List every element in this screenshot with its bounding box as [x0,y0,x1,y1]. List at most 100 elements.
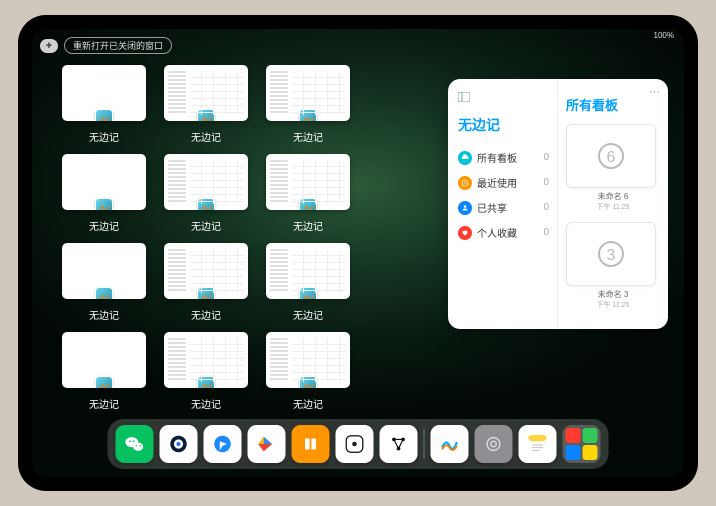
window-label: 无边记 [293,396,323,411]
dock-app-wechat[interactable] [116,425,154,463]
window-thumbnail [62,65,146,121]
nav-item-recent[interactable]: 最近使用 0 [458,170,549,195]
freeform-preview-panel: 无边记 所有看板 0 最近使用 0 已共享 0 个人收藏 0 ⋯ 所有看板 6 未命名 6下午 … [448,79,668,329]
freeform-app-icon [95,376,113,388]
dock [108,419,609,469]
freeform-app-icon [299,198,317,210]
freeform-app-icon [299,109,317,121]
new-window-button[interactable]: + [40,39,58,53]
nav-item-cloud[interactable]: 所有看板 0 [458,145,549,170]
app-window[interactable]: 无边记 [164,243,248,322]
svg-text:6: 6 [607,149,616,166]
dock-app-nodes[interactable] [380,425,418,463]
nav-item-shared[interactable]: 已共享 0 [458,195,549,220]
more-options-icon[interactable]: ⋯ [649,85,660,98]
dock-app-browser[interactable] [204,425,242,463]
nav-item-heart[interactable]: 个人收藏 0 [458,220,549,245]
window-label: 无边记 [293,129,323,144]
board-meta: 未命名 6下午 11:25 [566,191,660,212]
nav-count: 0 [543,227,549,238]
window-thumbnail [62,243,146,299]
dock-app-books[interactable] [292,425,330,463]
window-thumbnail [266,154,350,210]
app-window[interactable]: 无边记 [164,65,248,144]
shared-icon [458,201,472,215]
freeform-app-icon [197,198,215,210]
freeform-app-icon [299,376,317,388]
app-window[interactable]: 无边记 [266,243,350,322]
window-label: 无边记 [89,218,119,233]
window-label: 无边记 [191,396,221,411]
board-thumbnail: 3 [566,222,656,286]
window-label: 无边记 [293,218,323,233]
dock-separator [424,429,425,459]
battery-text: 100% [654,31,674,40]
nav-label: 所有看板 [477,150,517,165]
window-thumbnail [164,65,248,121]
app-window[interactable]: 无边记 [266,65,350,144]
svg-text:3: 3 [607,247,616,264]
dock-app-settings[interactable] [475,425,513,463]
window-label: 无边记 [293,307,323,322]
window-thumbnail [266,332,350,388]
window-label: 无边记 [89,307,119,322]
window-thumbnail [62,154,146,210]
panel-content: ⋯ 所有看板 6 未命名 6下午 11:25 3 未命名 3下午 11:25 [558,79,668,329]
freeform-app-icon [197,287,215,299]
app-switcher-grid: 无边记无边记无边记无边记无边记无边记无边记无边记无边记无边记无边记无边记 [62,65,442,421]
board-item[interactable]: 3 未命名 3下午 11:25 [566,222,660,310]
screen: 100% + 重新打开已关闭的窗口 无边记无边记无边记无边记无边记无边记无边记无… [32,29,684,477]
nav-count: 0 [543,177,549,188]
freeform-app-icon [95,287,113,299]
reopen-closed-window-button[interactable]: 重新打开已关闭的窗口 [64,37,172,54]
nav-label: 个人收藏 [477,225,517,240]
app-window[interactable]: 无边记 [266,332,350,411]
dock-app-freeform[interactable] [431,425,469,463]
nav-count: 0 [543,152,549,163]
freeform-app-icon [197,376,215,388]
dock-app-play-video[interactable] [248,425,286,463]
app-window[interactable]: 无边记 [62,332,146,411]
app-window[interactable]: 无边记 [62,154,146,233]
nav-label: 最近使用 [477,175,517,190]
app-window[interactable]: 无边记 [62,65,146,144]
panel-top-icons [458,89,549,107]
cloud-icon [458,151,472,165]
sidebar-toggle-icon[interactable] [458,89,470,107]
window-label: 无边记 [191,129,221,144]
freeform-app-icon [197,109,215,121]
status-bar: 100% [654,31,674,40]
window-thumbnail [164,332,248,388]
panel-section-title: 所有看板 [566,95,660,114]
nav-label: 已共享 [477,200,507,215]
dock-recent-apps-group[interactable] [563,425,601,463]
dock-app-notes[interactable] [519,425,557,463]
dock-app-iqiyi[interactable] [160,425,198,463]
app-window[interactable]: 无边记 [164,154,248,233]
window-label: 无边记 [89,396,119,411]
freeform-app-icon [95,109,113,121]
board-thumbnail: 6 [566,124,656,188]
window-thumbnail [62,332,146,388]
window-thumbnail [164,154,248,210]
app-window[interactable]: 无边记 [62,243,146,322]
window-label: 无边记 [89,129,119,144]
ipad-frame: 100% + 重新打开已关闭的窗口 无边记无边记无边记无边记无边记无边记无边记无… [18,15,698,491]
panel-app-title: 无边记 [458,115,549,135]
dock-app-dice[interactable] [336,425,374,463]
freeform-app-icon [95,198,113,210]
freeform-app-icon [299,287,317,299]
top-bar: + 重新打开已关闭的窗口 [40,37,172,54]
nav-count: 0 [543,202,549,213]
window-label: 无边记 [191,307,221,322]
heart-icon [458,226,472,240]
board-meta: 未命名 3下午 11:25 [566,289,660,310]
window-thumbnail [266,65,350,121]
app-window[interactable]: 无边记 [266,154,350,233]
window-label: 无边记 [191,218,221,233]
board-item[interactable]: 6 未命名 6下午 11:25 [566,124,660,212]
recent-icon [458,176,472,190]
window-thumbnail [266,243,350,299]
app-window[interactable]: 无边记 [164,332,248,411]
window-thumbnail [164,243,248,299]
